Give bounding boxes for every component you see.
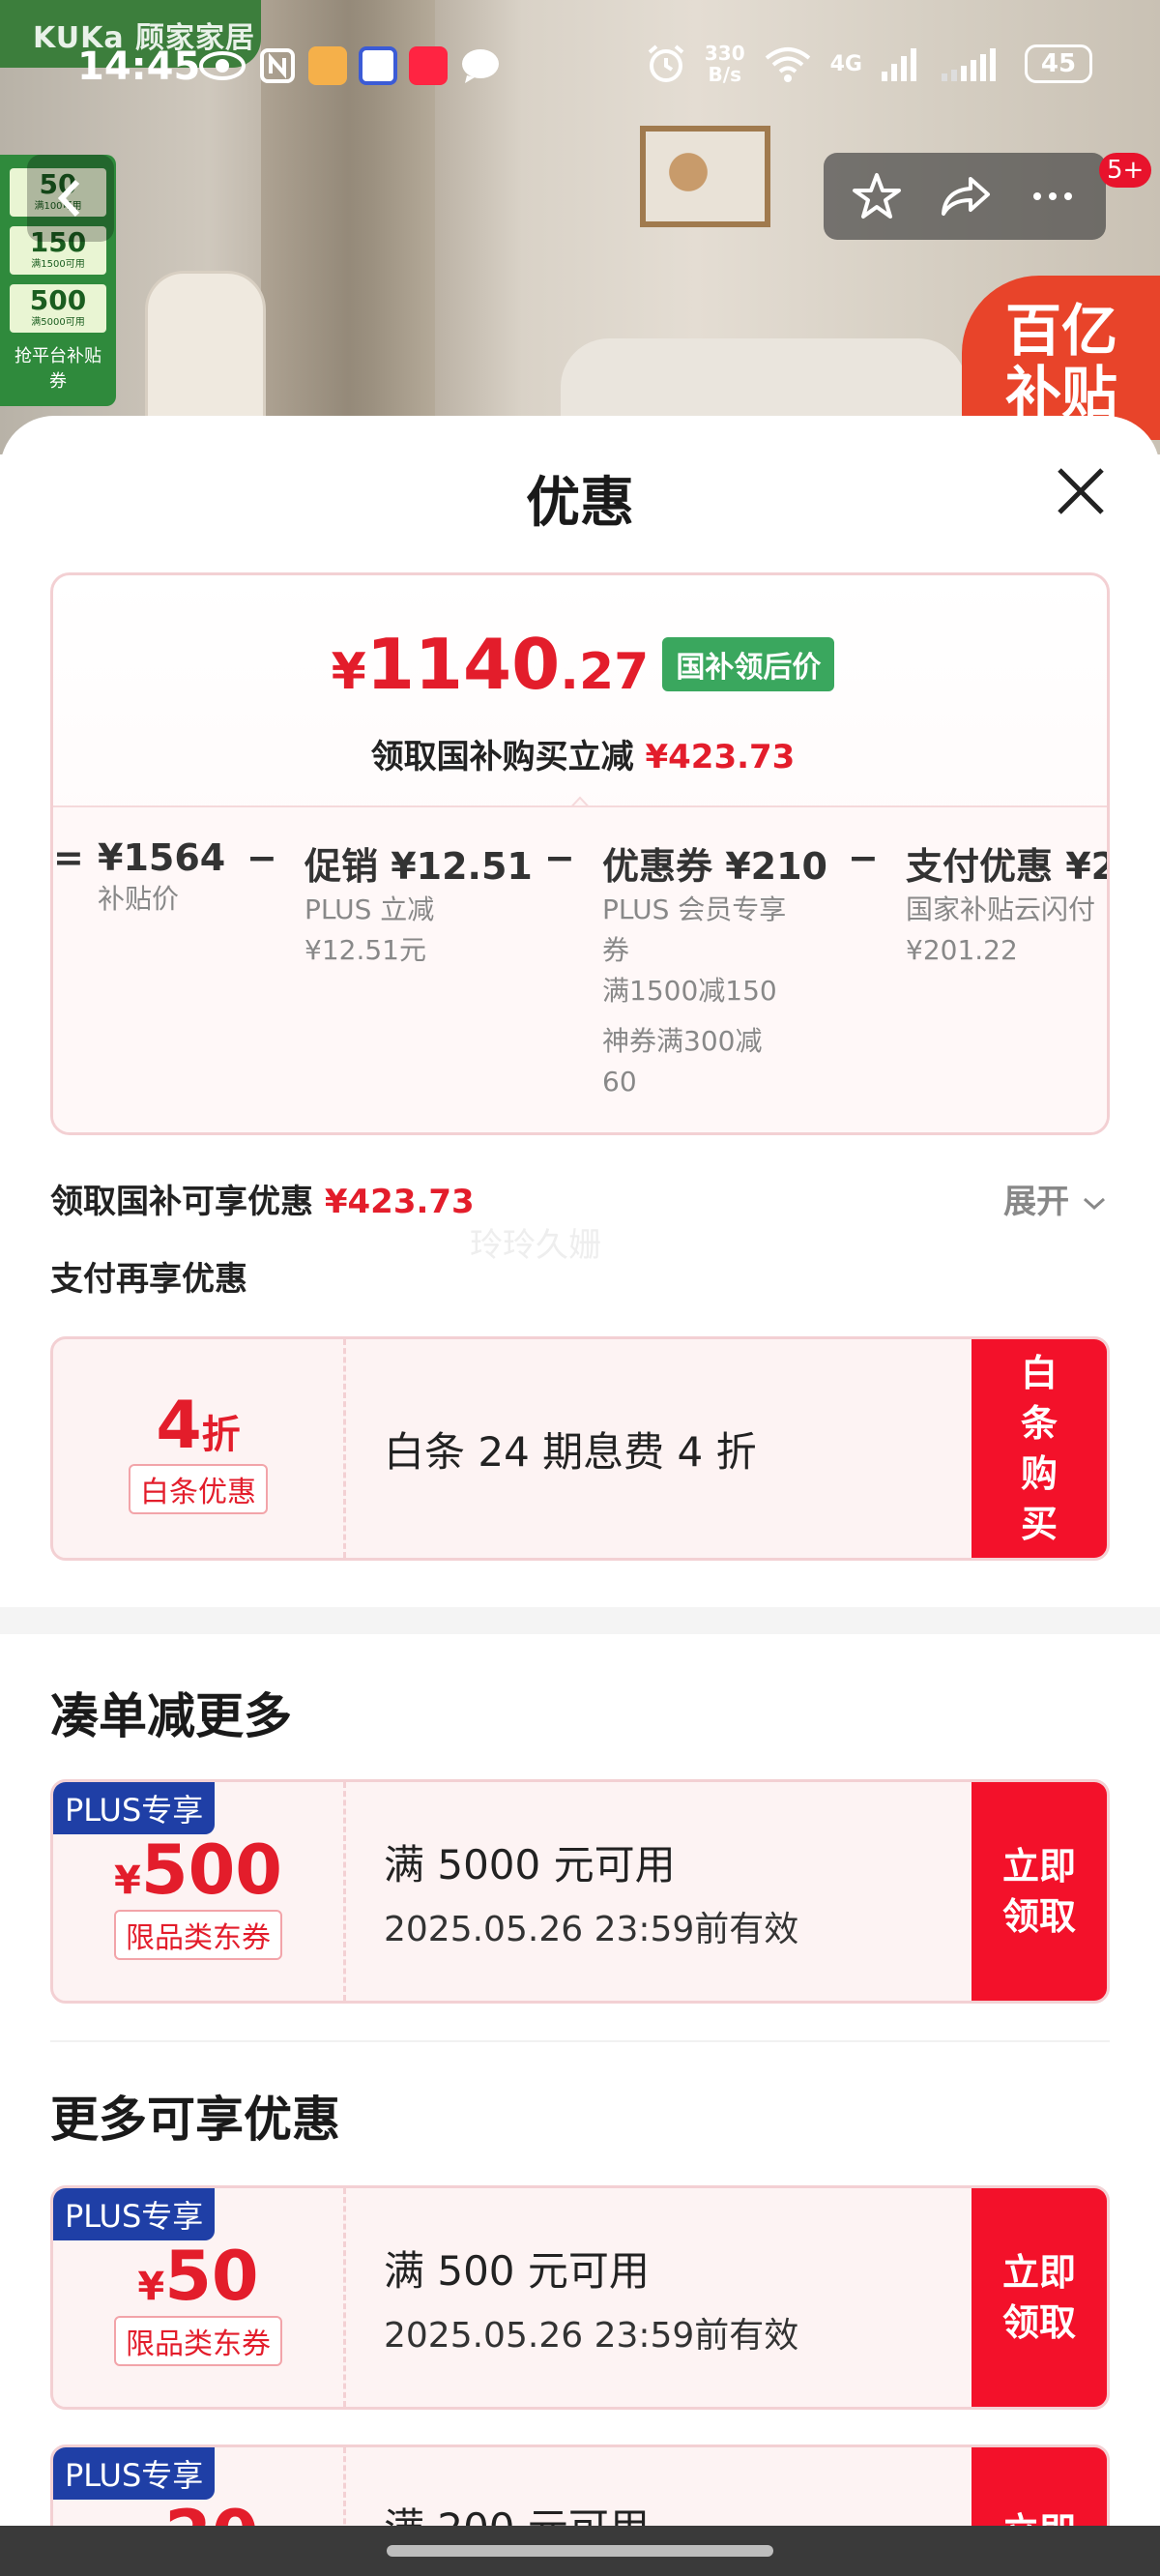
coupon-threshold: 满 500 元可用: [384, 2246, 650, 2295]
coupon-category-tag: 限品类东券: [114, 2316, 282, 2366]
section-title-more-offers: 更多可享优惠: [50, 2092, 340, 2148]
close-icon: [1058, 468, 1104, 514]
notification-badge: 5+: [1099, 153, 1152, 188]
section-divider: [0, 1607, 1160, 1634]
claim-coupon-button[interactable]: 立即领取: [972, 1782, 1107, 2001]
network-speed: 330 B/s: [704, 42, 745, 86]
favorite-button[interactable]: [848, 167, 906, 225]
message-icon: [462, 49, 499, 83]
currency-symbol: ¥: [137, 2265, 165, 2309]
coupon-expiry: 2025.05.26 23:59前有效: [384, 2315, 799, 2356]
chevron-left-icon: [57, 179, 80, 218]
eye-icon: [199, 51, 246, 80]
discount-value: 4: [156, 1388, 202, 1464]
baitiao-buy-button[interactable]: 白条购买: [972, 1339, 1107, 1558]
coupon-expiry: 2025.05.26 23:59前有效: [384, 1909, 799, 1949]
status-time: 14:45: [77, 44, 201, 89]
breakdown-item-promotion: 促销 ¥12.51 PLUS 立减 ¥12.51元: [304, 845, 533, 966]
top-actions: [824, 153, 1106, 240]
network-type: 4G: [829, 51, 862, 76]
promo-coupon: 500 满5000可用: [10, 284, 106, 333]
watermark: 玲玲久姗: [470, 1226, 601, 1265]
system-navigation-bar: [0, 2526, 1160, 2576]
subsidy-saving: 领取国补购买立减 ¥423.73: [370, 738, 796, 776]
more-icon: [1032, 192, 1072, 200]
page: KUKa 顾家家居 50 满100可用 150 满1500可用 500 满5000可用…: [0, 0, 1160, 2576]
baitiao-title: 白条 24 期息费 4 折: [384, 1427, 757, 1476]
alarm-icon: [648, 44, 684, 82]
battery-indicator: 45: [1025, 44, 1092, 83]
wall-art-frame: [640, 126, 770, 227]
status-bar: 14:45 330 B/s 4G 45: [0, 37, 1160, 104]
equals-operator: =: [53, 836, 84, 879]
pay-more-label: 支付再享优惠: [50, 1260, 247, 1299]
discount-sheet: 优惠 ¥1140.27 国补领后价 领取国补购买立减 ¥423.73 = ¥156…: [0, 416, 1160, 2576]
coupon-body: 满 5000 元可用 2025.05.26 23:59前有效: [384, 1782, 798, 2001]
cabinet-decor: [145, 271, 266, 435]
coupon-category-tag: 限品类东券: [114, 1910, 282, 1960]
coupon-divider: [343, 1339, 346, 1558]
coupon-value: ¥500 限品类东券: [53, 1782, 343, 2001]
discount-unit: 折: [201, 1413, 241, 1457]
coupon-amount: 50: [164, 2237, 259, 2316]
price-breakdown-card: ¥1140.27 国补领后价 领取国补购买立减 ¥423.73 = ¥1564 补…: [50, 572, 1110, 1135]
chevron-down-icon: [1083, 1197, 1106, 1211]
more-button[interactable]: [1024, 167, 1082, 225]
coupon-value: ¥50 限品类东券: [53, 2188, 343, 2407]
back-button[interactable]: [27, 155, 114, 242]
promo-footer: 抢平台补贴券: [14, 346, 102, 392]
baitiao-tag: 白条优惠: [129, 1464, 268, 1514]
coupon-divider: [343, 1782, 346, 2001]
coupon-card-50: PLUS专享 ¥50 限品类东券 满 500 元可用 2025.05.26 23…: [50, 2185, 1110, 2410]
signal-icon: [882, 48, 916, 81]
final-price: ¥1140.27 国补领后价: [53, 624, 1107, 705]
price-breakdown: = ¥1564 补贴价 − 促销 ¥12.51 PLUS 立减 ¥12.51元 …: [53, 805, 1110, 1132]
coupon-card-500: PLUS专享 ¥500 限品类东券 满 5000 元可用 2025.05.26 …: [50, 1779, 1110, 2004]
system-status-icons: 330 B/s 4G 45: [645, 43, 1092, 85]
sheet-title: 优惠: [526, 472, 634, 535]
minus-operator: −: [848, 836, 879, 879]
coupon-divider: [343, 2188, 346, 2407]
baitiao-offer-card: 4折 白条优惠 白条 24 期息费 4 折 白条购买: [50, 1336, 1110, 1561]
xiaohongshu-icon: [409, 46, 448, 85]
minus-operator: −: [544, 836, 575, 879]
baitiao-discount: 4折 白条优惠: [53, 1339, 343, 1558]
expand-button[interactable]: 展开: [1003, 1175, 1108, 1222]
breakdown-item-coupon: 优惠券 ¥210 PLUS 会员专享 券 满1500减150 神券满300减 6…: [602, 845, 827, 1098]
tie-app-icon: [359, 46, 397, 85]
star-icon: [853, 173, 902, 219]
claim-coupon-button[interactable]: 立即领取: [972, 2188, 1107, 2407]
coupon-threshold: 满 5000 元可用: [384, 1840, 676, 1888]
coupon-amount: 500: [140, 1830, 282, 1910]
breakdown-item-subsidy-price: ¥1564 补贴价: [98, 836, 226, 915]
share-icon: [941, 177, 990, 216]
baitiao-body: 白条 24 期息费 4 折: [384, 1339, 757, 1558]
section-title-bundle: 凑单减更多: [50, 1688, 292, 1744]
share-button[interactable]: [936, 167, 994, 225]
nfc-icon: [260, 48, 295, 83]
signal-icon-secondary: [942, 48, 996, 81]
gov-subsidy-badge: 国补领后价: [662, 637, 835, 691]
close-button[interactable]: [1052, 462, 1110, 520]
wifi-icon: [765, 47, 810, 82]
final-price-value: ¥1140.27: [331, 624, 650, 705]
coupon-body: 满 500 元可用 2025.05.26 23:59前有效: [384, 2188, 798, 2407]
breakdown-item-payment: 支付优惠 ¥2 国家补贴云闪付 ¥201.22: [906, 845, 1110, 966]
notification-icons: [198, 46, 502, 85]
minus-operator: −: [246, 836, 277, 879]
home-gesture-handle[interactable]: [387, 2545, 773, 2557]
currency-symbol: ¥: [114, 1859, 141, 1903]
app-notification-icon: [308, 46, 347, 85]
thin-divider: [50, 2040, 1110, 2042]
gov-subsidy-row: 领取国补可享优惠 ¥423.73: [50, 1183, 475, 1221]
